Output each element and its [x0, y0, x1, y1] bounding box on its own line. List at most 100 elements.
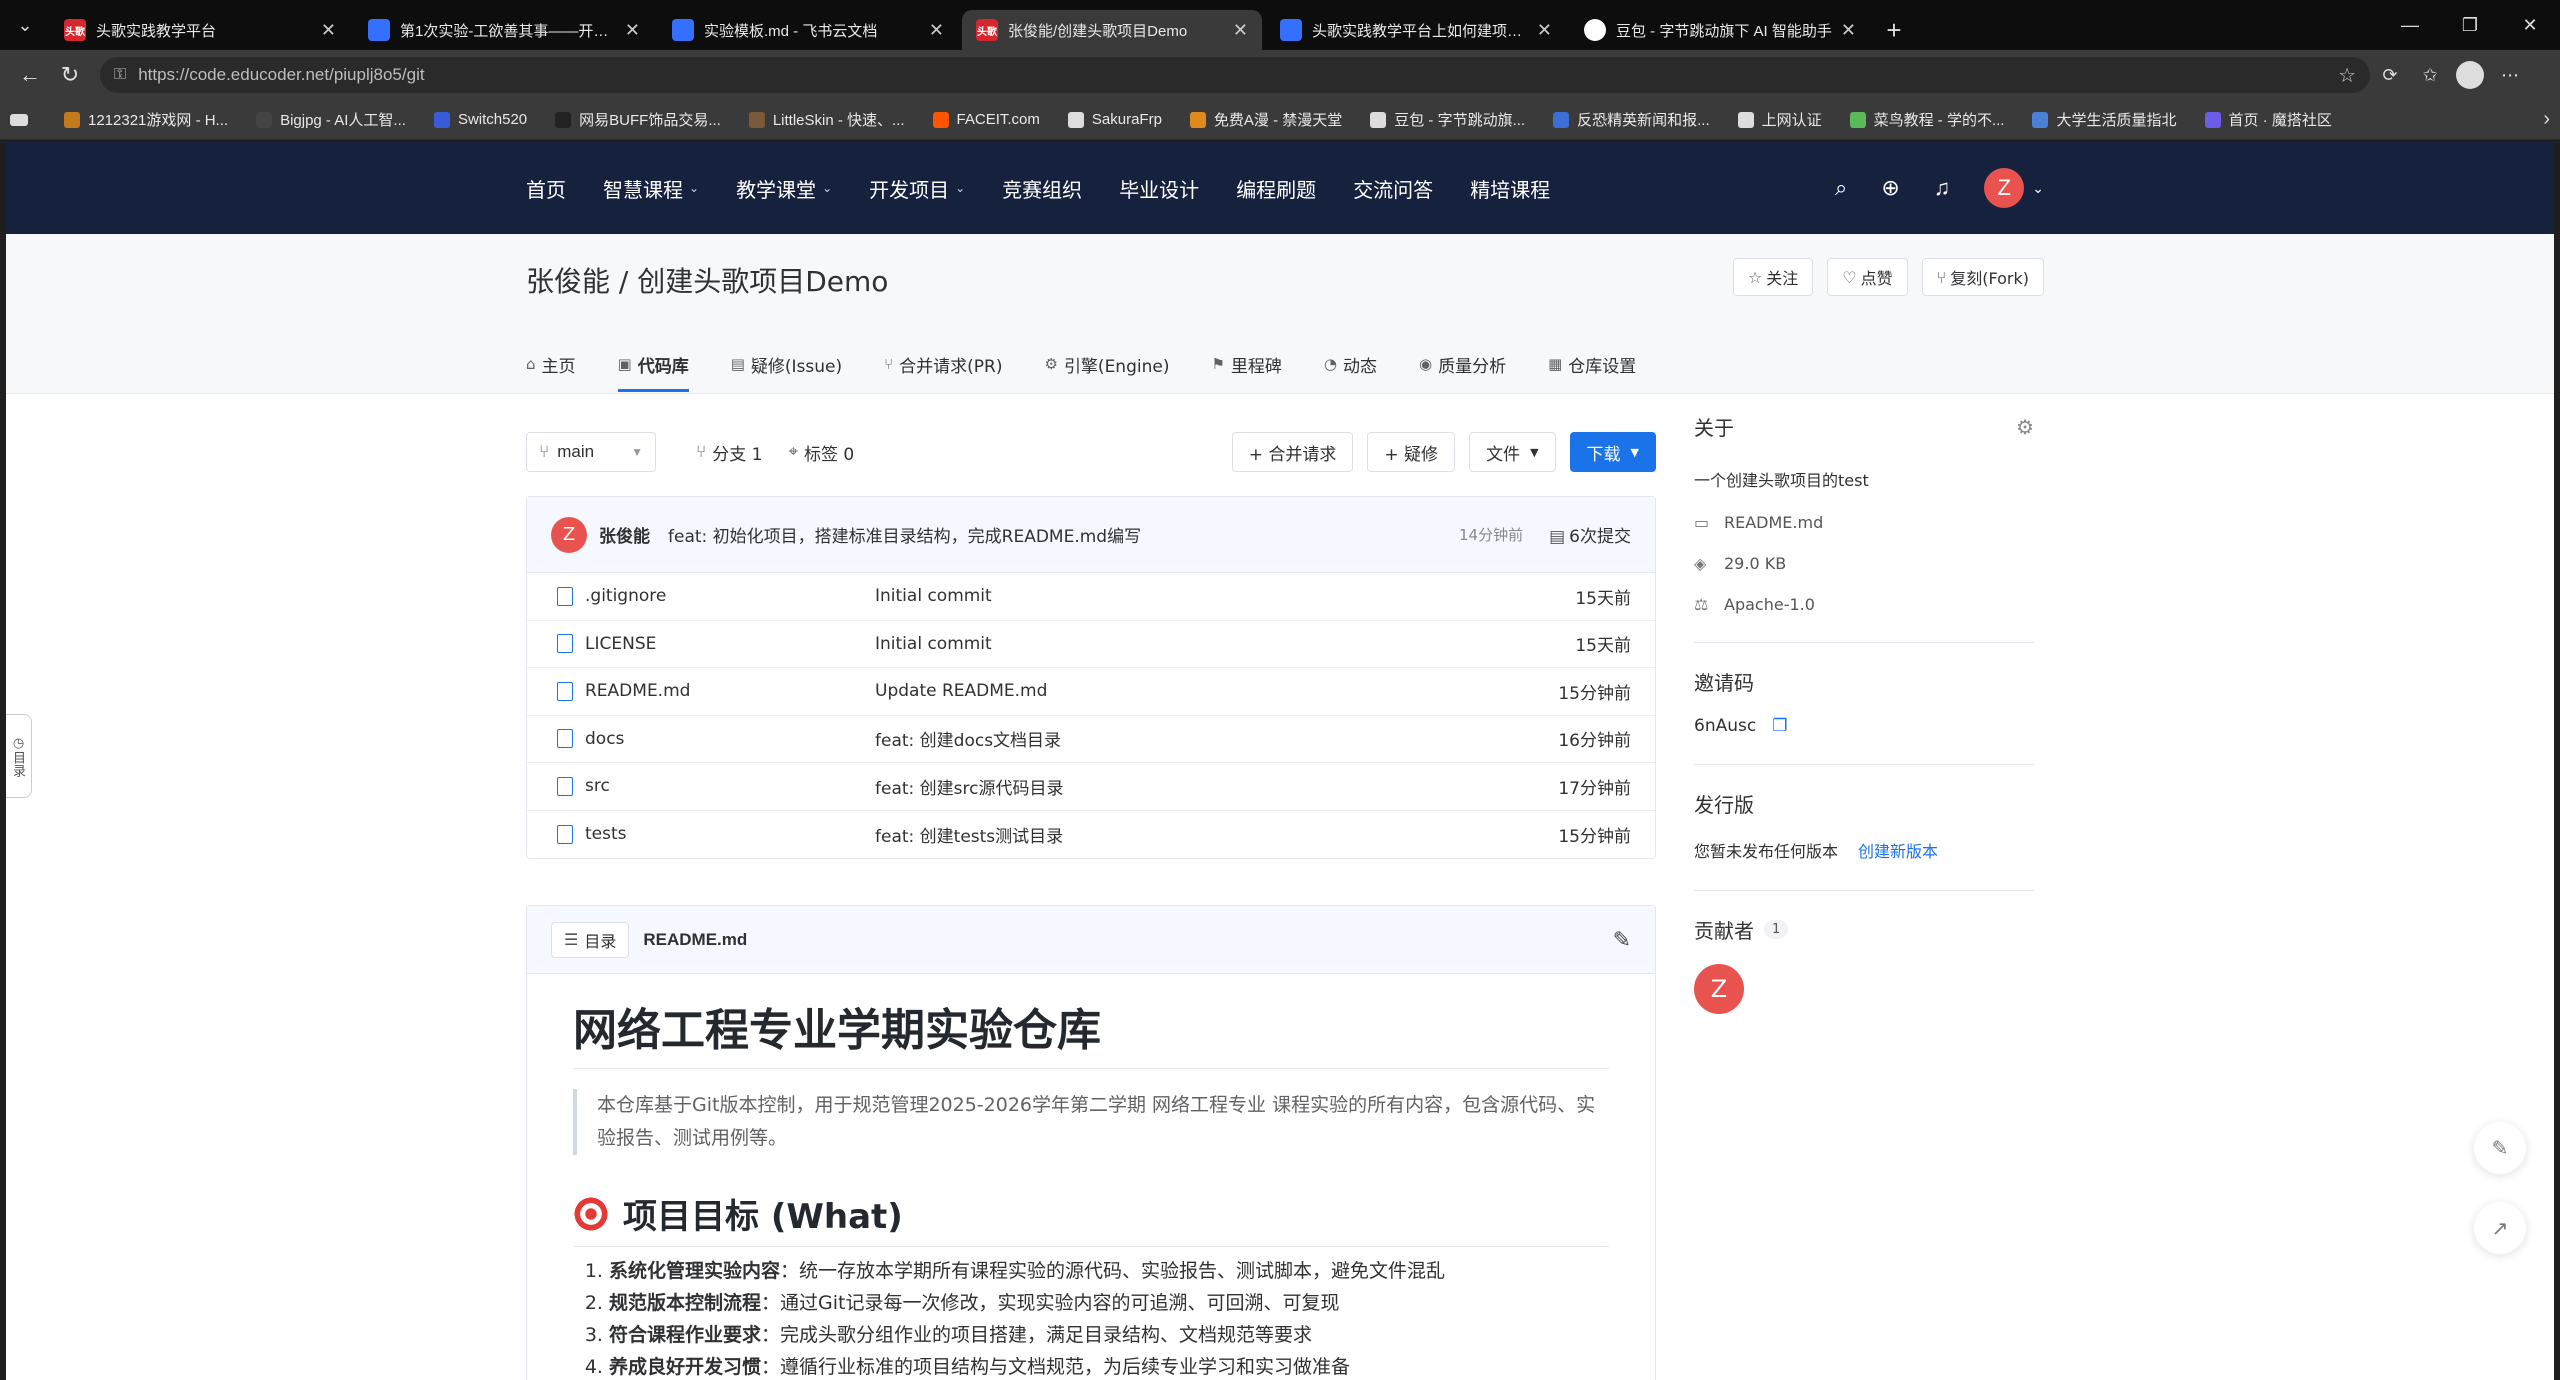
file-commit-message[interactable]: Initial commit [875, 586, 992, 606]
repo-title[interactable]: 张俊能 / 创建头歌项目Demo [526, 260, 888, 300]
share-icon[interactable]: ↗ [2474, 1202, 2526, 1254]
browser-tab[interactable]: 头歌 张俊能/创建头歌项目Demo ✕ [962, 10, 1262, 50]
license-link[interactable]: ⚖ Apache-1.0 [1694, 595, 2034, 614]
commit-count-link[interactable]: ▤ 6次提交 [1549, 522, 1631, 547]
create-plus-icon[interactable]: ⊕ [1881, 175, 1899, 201]
bookmark-item[interactable]: Switch520 [433, 111, 527, 128]
chevron-down-icon[interactable]: ⌄ [2032, 180, 2044, 197]
tab-close-icon[interactable]: ✕ [625, 20, 640, 41]
file-row[interactable]: docs feat: 创建docs文档目录 16分钟前 [527, 716, 1655, 763]
nav-item[interactable]: 竞赛组织 [1002, 174, 1082, 203]
notification-bell-icon[interactable]: ♫ [1934, 175, 1951, 201]
tab-close-icon[interactable]: ✕ [1841, 20, 1856, 41]
tab-actions-icon[interactable]: ⌄ [0, 0, 50, 50]
repo-tab[interactable]: ⑂ 合并请求(PR) [884, 344, 1002, 384]
nav-item[interactable]: 编程刷题 [1236, 174, 1316, 203]
feedback-icon[interactable]: ✎ [2474, 1122, 2526, 1174]
file-commit-message[interactable]: Update README.md [875, 681, 1047, 701]
nav-item[interactable]: 教学课堂 ⌄ [736, 174, 832, 203]
branch-select[interactable]: ⑂ main ▼ [526, 432, 656, 472]
repo-tab[interactable]: ◔ 动态 [1324, 344, 1377, 384]
copy-icon[interactable]: ❐ [1772, 716, 1787, 736]
file-commit-message[interactable]: feat: 创建src源代码目录 [875, 774, 1063, 799]
file-row[interactable]: README.md Update README.md 15分钟前 [527, 668, 1655, 716]
repo-tab[interactable]: ▤ 疑修(Issue) [731, 344, 842, 384]
tab-close-icon[interactable]: ✕ [321, 20, 336, 41]
tags-link[interactable]: ⌖ 标签 0 [788, 440, 854, 465]
bookmark-item[interactable]: 网易BUFF饰品交易... [555, 109, 721, 130]
file-row[interactable]: .gitignore Initial commit 15天前 [527, 573, 1655, 621]
nav-item[interactable]: 开发项目 ⌄ [869, 174, 965, 203]
commit-author-avatar[interactable]: Z [551, 516, 587, 553]
more-menu-icon[interactable]: ⋯ [2490, 55, 2530, 95]
search-icon[interactable]: ⌕ [1835, 175, 1847, 201]
new-tab-button[interactable]: + [1874, 10, 1914, 50]
file-commit-message[interactable]: feat: 创建docs文档目录 [875, 726, 1061, 751]
bookmark-item[interactable]: 豆包 - 字节跳动旗... [1370, 109, 1525, 130]
create-release-link[interactable]: 创建新版本 [1858, 842, 1938, 861]
file-menu-button[interactable]: 文件 ▼ [1469, 432, 1556, 472]
restore-icon[interactable]: ❐ [2440, 0, 2500, 50]
repo-tab[interactable]: ⚙ 引擎(Engine) [1044, 344, 1169, 384]
bookmark-star-icon[interactable]: ☆ [2338, 63, 2356, 88]
file-name[interactable]: tests [585, 824, 875, 844]
file-name[interactable]: docs [585, 729, 875, 749]
repo-tab[interactable]: ▣ 代码库 [617, 344, 689, 392]
repo-tab[interactable]: ▦ 仓库设置 [1548, 344, 1636, 384]
profile-avatar[interactable] [2450, 55, 2490, 95]
nav-item[interactable]: 首页 [526, 174, 566, 203]
bookmark-item[interactable]: Bigjpg - AI人工智... [256, 109, 406, 130]
like-button[interactable]: ♡ 点赞 [1827, 258, 1908, 296]
file-name[interactable]: README.md [585, 681, 875, 701]
bookmarks-overflow-icon[interactable]: › [2543, 108, 2550, 131]
fork-button[interactable]: ⑂ 复刻(Fork) [1921, 258, 2044, 296]
browser-tab[interactable]: 头歌 头歌实践教学平台 ✕ [50, 10, 350, 50]
site-info-icon[interactable]: ⚿ [114, 66, 126, 84]
gear-icon[interactable]: ⚙ [2016, 415, 2034, 439]
readme-link[interactable]: ▭ README.md [1694, 513, 2034, 532]
branches-link[interactable]: ⑂ 分支 1 [696, 440, 762, 465]
minimize-icon[interactable]: — [2380, 0, 2440, 50]
back-icon[interactable]: ← [10, 55, 50, 95]
file-row[interactable]: src feat: 创建src源代码目录 17分钟前 [527, 763, 1655, 811]
tab-close-icon[interactable]: ✕ [1233, 20, 1248, 41]
nav-item[interactable]: 交流问答 [1353, 174, 1433, 203]
file-name[interactable]: LICENSE [585, 634, 875, 654]
bookmark-item[interactable]: 大学生活质量指北 [2032, 109, 2177, 130]
nav-item[interactable]: 智慧课程 ⌄ [603, 174, 699, 203]
bookmark-item[interactable]: FACEIT.com [932, 111, 1040, 128]
bookmark-item[interactable]: 1212321游戏网 - H... [64, 109, 228, 130]
repo-tab[interactable]: ⚑ 里程碑 [1211, 344, 1281, 384]
browser-tab[interactable]: 第1次实验-工欲善其事——开发环境 ✕ [354, 10, 654, 50]
bookmark-item[interactable]: 免费A漫 - 禁漫天堂 [1189, 109, 1342, 130]
repo-tab[interactable]: ◉ 质量分析 [1419, 344, 1506, 384]
new-merge-request-button[interactable]: + 合并请求 [1231, 432, 1354, 472]
new-issue-button[interactable]: + 疑修 [1367, 432, 1456, 472]
browser-tab[interactable]: 头歌实践教学平台上如何建项目目录 ✕ [1266, 10, 1566, 50]
browser-tab[interactable]: 豆包 - 字节跳动旗下 AI 智能助手 ✕ [1570, 10, 1870, 50]
file-row[interactable]: tests feat: 创建tests测试目录 15分钟前 [527, 811, 1655, 859]
file-name[interactable]: src [585, 776, 875, 796]
file-commit-message[interactable]: Initial commit [875, 634, 992, 654]
url-bar[interactable]: ⚿ https://code.educoder.net/piuplj8o5/gi… [100, 57, 2370, 93]
bookmarks-folder-icon[interactable] [10, 113, 36, 126]
bookmark-item[interactable]: 首页 · 魔搭社区 [2204, 109, 2332, 130]
bookmark-item[interactable]: LittleSkin - 快速、... [748, 109, 905, 130]
file-commit-message[interactable]: feat: 创建tests测试目录 [875, 822, 1063, 847]
contributor-avatar[interactable]: Z [1694, 964, 1744, 1014]
bookmark-item[interactable]: 反恐精英新闻和报... [1553, 109, 1710, 130]
nav-item[interactable]: 毕业设计 [1119, 174, 1199, 203]
commit-message[interactable]: feat: 初始化项目，搭建标准目录结构，完成README.md编写 [668, 522, 1141, 547]
user-avatar[interactable]: Z [1984, 168, 2025, 208]
bookmark-item[interactable]: 上网认证 [1737, 109, 1822, 130]
commit-author[interactable]: 张俊能 [599, 522, 650, 547]
tab-close-icon[interactable]: ✕ [1537, 20, 1552, 41]
close-window-icon[interactable]: ✕ [2500, 0, 2560, 50]
extensions-icon[interactable]: ⟳ [2370, 55, 2410, 95]
reload-icon[interactable]: ↻ [50, 55, 90, 95]
bookmark-item[interactable]: 菜鸟教程 - 学的不... [1849, 109, 2004, 130]
file-row[interactable]: LICENSE Initial commit 15天前 [527, 621, 1655, 668]
bookmark-item[interactable]: SakuraFrp [1067, 111, 1162, 128]
nav-item[interactable]: 精培课程 [1470, 174, 1550, 203]
floating-toc-tab[interactable]: ◷ 目录 [6, 714, 32, 798]
